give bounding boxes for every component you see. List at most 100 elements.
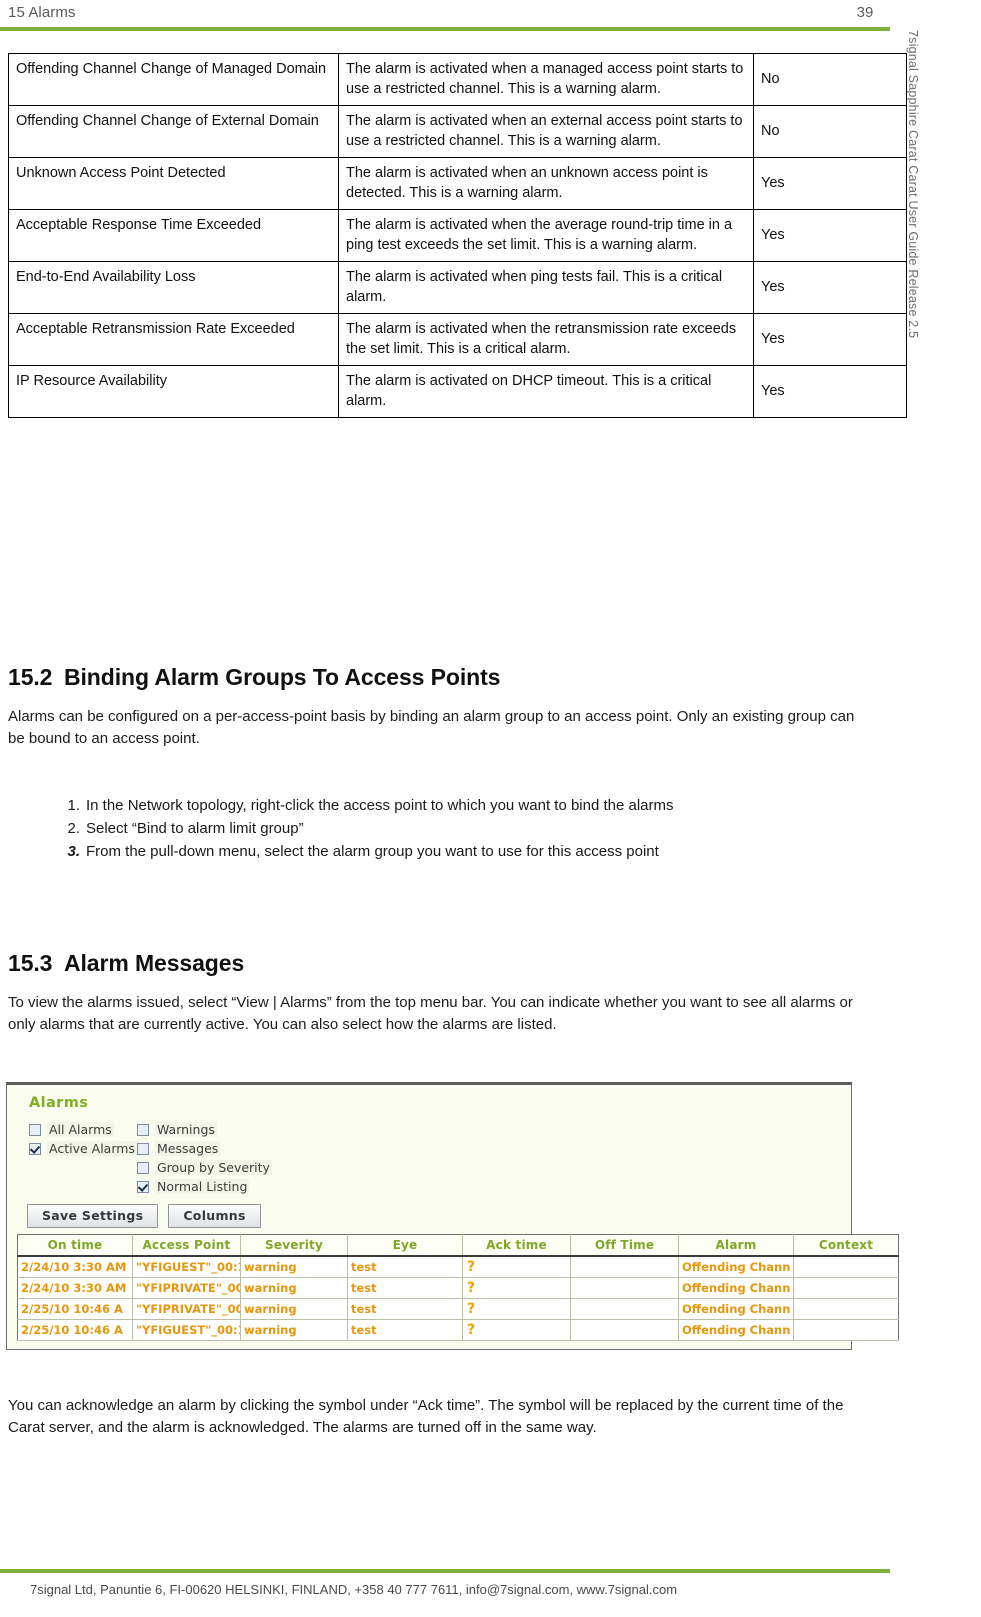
checkbox-all-alarms[interactable]: All Alarms — [29, 1120, 137, 1139]
table-row[interactable]: 2/25/10 10:46 A "YFIGUEST"_00:15 warning… — [17, 1319, 899, 1341]
list-item: 3. From the pull-down menu, select the a… — [8, 841, 870, 863]
ack-time-question-icon[interactable]: ? — [462, 1319, 571, 1341]
section-15-2-intro: Alarms can be configured on a per-access… — [8, 708, 855, 748]
checkbox-active-alarms[interactable]: Active Alarms — [29, 1139, 137, 1158]
cell-eye: test — [347, 1319, 463, 1341]
checkbox-normal-listing[interactable]: Normal Listing — [137, 1177, 272, 1196]
ack-time-question-icon[interactable]: ? — [462, 1256, 571, 1278]
alarm-description-cell: The alarm is activated on DHCP timeout. … — [338, 365, 754, 418]
cell-off-time — [570, 1256, 679, 1278]
section-15-3-intro: To view the alarms issued, select “View … — [8, 994, 853, 1034]
filter-column-left: All Alarms Active Alarms — [29, 1120, 137, 1158]
alarm-enabled-cell: Yes — [753, 313, 907, 366]
checkbox-checked-icon[interactable] — [137, 1180, 149, 1193]
list-item-number: 1. — [67, 797, 80, 814]
alarm-enabled-cell: No — [753, 105, 907, 158]
columns-button[interactable]: Columns — [168, 1204, 261, 1228]
cell-context — [793, 1256, 899, 1278]
footer-contact-info: 7signal Ltd, Panuntie 6, FI-00620 HELSIN… — [30, 1582, 678, 1597]
alarm-name-cell: IP Resource Availability — [8, 365, 339, 418]
alarm-enabled-cell: Yes — [753, 209, 907, 262]
table-row[interactable]: 2/24/10 3:30 AM "YFIPRIVATE"_00: warning… — [17, 1277, 899, 1299]
table-row: Offending Channel Change of Managed Doma… — [8, 53, 907, 106]
cell-severity: warning — [240, 1319, 348, 1341]
alarms-grid-header-row: On time Access Point Severity Eye Ack ti… — [17, 1234, 899, 1257]
column-header-eye[interactable]: Eye — [347, 1234, 463, 1257]
table-row: IP Resource Availability The alarm is ac… — [8, 365, 907, 418]
column-header-ack-time[interactable]: Ack time — [462, 1234, 571, 1257]
list-item-number: 3. — [67, 843, 80, 861]
binding-steps-list: 1. In the Network topology, right-click … — [8, 795, 870, 864]
cell-alarm: Offending Chann — [678, 1277, 794, 1299]
cell-off-time — [570, 1277, 679, 1299]
checkbox-label: All Alarms — [47, 1122, 114, 1137]
table-row: Offending Channel Change of External Dom… — [8, 105, 907, 158]
checkbox-icon[interactable] — [137, 1123, 149, 1136]
table-row: Acceptable Response Time Exceeded The al… — [8, 209, 907, 262]
cell-severity: warning — [240, 1256, 348, 1278]
table-row[interactable]: 2/25/10 10:46 A "YFIPRIVATE"_00: warning… — [17, 1298, 899, 1320]
alarm-name-cell: Offending Channel Change of External Dom… — [8, 105, 339, 158]
list-item-text: Select “Bind to alarm limit group” — [86, 820, 304, 838]
alarms-button-row: Save Settings Columns — [27, 1204, 841, 1228]
save-settings-button[interactable]: Save Settings — [27, 1204, 159, 1228]
checkbox-icon[interactable] — [137, 1142, 149, 1155]
cell-alarm: Offending Chann — [678, 1298, 794, 1320]
checkbox-group-by-severity[interactable]: Group by Severity — [137, 1158, 272, 1177]
checkbox-messages[interactable]: Messages — [137, 1139, 272, 1158]
column-header-access-point[interactable]: Access Point — [132, 1234, 241, 1257]
section-heading-15-3: 15.3 Alarm Messages — [8, 950, 244, 977]
checkbox-icon[interactable] — [137, 1161, 149, 1174]
alarms-filter-options: All Alarms Active Alarms Warnings Messag… — [29, 1120, 841, 1198]
column-header-on-time[interactable]: On time — [17, 1234, 133, 1257]
cell-eye: test — [347, 1298, 463, 1320]
cell-off-time — [570, 1298, 679, 1320]
column-header-context[interactable]: Context — [793, 1234, 899, 1257]
alarm-enabled-cell: Yes — [753, 157, 907, 210]
alarm-enabled-cell: Yes — [753, 261, 907, 314]
table-row: End-to-End Availability Loss The alarm i… — [8, 261, 907, 314]
alarm-name-cell: Acceptable Retransmission Rate Exceeded — [8, 313, 339, 366]
checkbox-checked-icon[interactable] — [29, 1142, 41, 1155]
table-row: Unknown Access Point Detected The alarm … — [8, 157, 907, 210]
alarm-definitions-body: Offending Channel Change of Managed Doma… — [8, 53, 907, 418]
table-row[interactable]: 2/24/10 3:30 AM "YFIGUEST"_00:19 warning… — [17, 1256, 899, 1278]
alarm-description-cell: The alarm is activated when an unknown a… — [338, 157, 754, 210]
cell-off-time — [570, 1319, 679, 1341]
list-item-number: 2. — [67, 820, 80, 838]
column-header-off-time[interactable]: Off Time — [570, 1234, 679, 1257]
header-rule — [0, 27, 890, 31]
column-header-alarm[interactable]: Alarm — [678, 1234, 794, 1257]
alarm-enabled-cell: No — [753, 53, 907, 106]
alarms-app-screenshot: Alarms All Alarms Active Alarms Warnings… — [6, 1082, 899, 1350]
checkbox-warnings[interactable]: Warnings — [137, 1120, 272, 1139]
footer-rule — [0, 1569, 890, 1573]
page-header: 15 Alarms 39 — [0, 0, 890, 40]
column-header-severity[interactable]: Severity — [240, 1234, 348, 1257]
cell-on-time: 2/24/10 3:30 AM — [17, 1277, 133, 1299]
section-number: 15.2 — [8, 664, 53, 690]
checkbox-icon[interactable] — [29, 1123, 41, 1136]
checkbox-label: Messages — [155, 1141, 221, 1156]
list-item: 2. Select “Bind to alarm limit group” — [8, 818, 870, 840]
cell-eye: test — [347, 1277, 463, 1299]
cell-access-point: "YFIGUEST"_00:15 — [132, 1319, 241, 1341]
cell-eye: test — [347, 1256, 463, 1278]
side-running-title: 7signal Sapphire Carat Carat User Guide … — [906, 30, 920, 339]
alarm-description-cell: The alarm is activated when a managed ac… — [338, 53, 754, 106]
header-page-number: 39 — [856, 4, 874, 21]
alarm-description-cell: The alarm is activated when the average … — [338, 209, 754, 262]
alarm-description-cell: The alarm is activated when the retransm… — [338, 313, 754, 366]
alarms-grid: On time Access Point Severity Eye Ack ti… — [17, 1234, 899, 1341]
alarm-description-cell: The alarm is activated when an external … — [338, 105, 754, 158]
list-item-text: From the pull-down menu, select the alar… — [86, 843, 659, 861]
ack-time-question-icon[interactable]: ? — [462, 1298, 571, 1320]
alarm-name-cell: End-to-End Availability Loss — [8, 261, 339, 314]
section-heading-15-2: 15.2 Binding Alarm Groups To Access Point… — [8, 664, 500, 691]
ack-time-question-icon[interactable]: ? — [462, 1277, 571, 1299]
alarms-grid-body: 2/24/10 3:30 AM "YFIGUEST"_00:19 warning… — [17, 1256, 899, 1341]
alarm-name-cell: Acceptable Response Time Exceeded — [8, 209, 339, 262]
section-15-3-outro: You can acknowledge an alarm by clicking… — [8, 1397, 844, 1437]
list-item: 1. In the Network topology, right-click … — [8, 795, 870, 817]
alarms-panel-title: Alarms — [29, 1095, 89, 1111]
